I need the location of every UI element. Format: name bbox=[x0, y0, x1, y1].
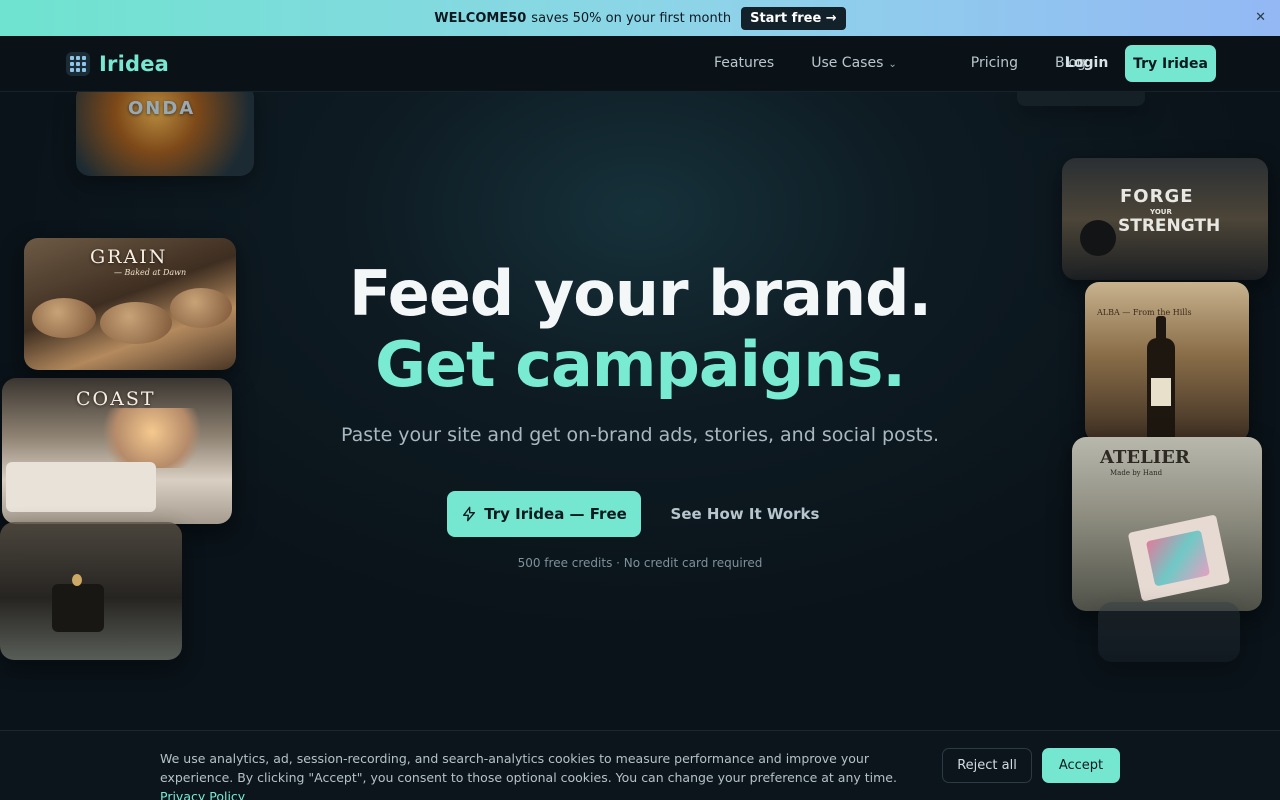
gallery-card-partial bbox=[1017, 92, 1145, 106]
gallery-card-faded bbox=[1098, 602, 1240, 662]
hero-headline-accent: Get campaigns. bbox=[375, 328, 906, 401]
nav-use-cases[interactable]: Use Cases ⌄ bbox=[811, 55, 934, 71]
see-how-it-works-link[interactable]: See How It Works bbox=[660, 505, 830, 523]
promo-start-free-button[interactable]: Start free → bbox=[741, 6, 846, 30]
hero-subtitle: Paste your site and get on-brand ads, st… bbox=[340, 424, 940, 446]
try-iridea-free-label: Try Iridea — Free bbox=[484, 505, 627, 523]
logo-icon bbox=[66, 52, 90, 76]
privacy-policy-link[interactable]: Privacy Policy bbox=[160, 789, 245, 800]
hero-section: ONDA GRAIN — Baked at Dawn COAST FORGE Y… bbox=[0, 92, 1280, 732]
try-iridea-free-button[interactable]: Try Iridea — Free bbox=[447, 491, 641, 537]
forge-subtitle: YOUR bbox=[1150, 208, 1172, 216]
reject-all-button[interactable]: Reject all bbox=[942, 748, 1032, 783]
brand-logo[interactable]: Iridea bbox=[66, 52, 169, 76]
cookie-message: We use analytics, ad, session-recording,… bbox=[160, 751, 897, 785]
onda-title: ONDA bbox=[128, 98, 196, 119]
atelier-tagline: Made by Hand bbox=[1110, 469, 1163, 477]
login-link[interactable]: Login bbox=[1065, 55, 1108, 71]
nav-pricing[interactable]: Pricing bbox=[971, 55, 1018, 71]
gallery-card-candle bbox=[0, 522, 182, 660]
nav-links: Features Use Cases ⌄ Pricing Blog bbox=[714, 55, 1123, 71]
brand-name: Iridea bbox=[99, 52, 170, 76]
gallery-card-onda: ONDA bbox=[76, 92, 254, 176]
forge-strength: STRENGTH bbox=[1118, 216, 1221, 236]
promo-text: saves 50% on your first month bbox=[531, 10, 732, 26]
hero-fine-print: 500 free credits · No credit card requir… bbox=[517, 556, 763, 570]
forge-title: FORGE bbox=[1120, 186, 1194, 207]
gallery-card-atelier: ATELIER Made by Hand bbox=[1072, 437, 1262, 611]
chevron-down-icon: ⌄ bbox=[888, 59, 897, 70]
atelier-title: ATELIER bbox=[1100, 447, 1190, 468]
promo-code: WELCOME50 bbox=[434, 10, 527, 26]
top-nav: Iridea Features Use Cases ⌄ Pricing Blog … bbox=[0, 36, 1280, 92]
nav-features[interactable]: Features bbox=[714, 55, 774, 71]
lightning-icon bbox=[463, 506, 476, 522]
accept-button[interactable]: Accept bbox=[1042, 748, 1120, 783]
cookie-banner: We use analytics, ad, session-recording,… bbox=[0, 730, 1280, 800]
nav-use-cases-label: Use Cases bbox=[811, 55, 884, 71]
close-icon[interactable]: ✕ bbox=[1255, 10, 1266, 25]
hero-headline: Feed your brand. bbox=[348, 257, 932, 330]
try-iridea-nav-button[interactable]: Try Iridea bbox=[1125, 45, 1216, 82]
promo-banner: WELCOME50 saves 50% on your first month … bbox=[0, 0, 1280, 36]
cookie-text: We use analytics, ad, session-recording,… bbox=[160, 749, 910, 800]
